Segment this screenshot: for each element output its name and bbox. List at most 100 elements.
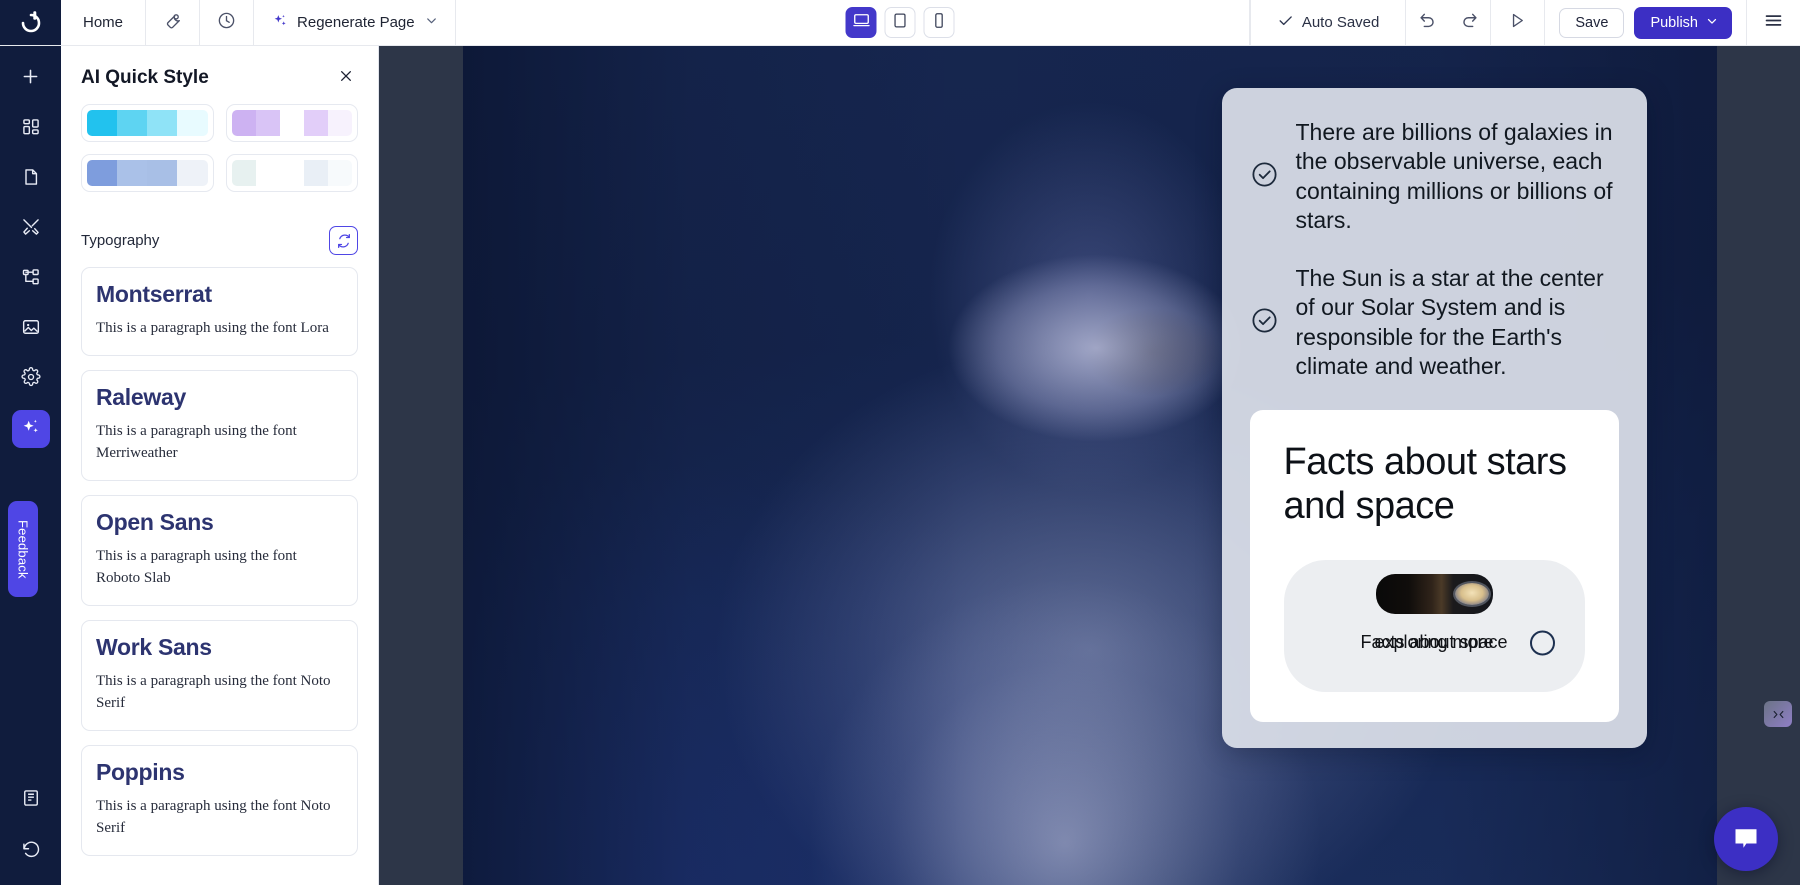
font-card[interactable]: Open Sans This is a paragraph using the … (81, 494, 358, 606)
regenerate-page-button[interactable]: Regenerate Page (254, 0, 456, 45)
facts-card[interactable]: There are billions of galaxies in the ob… (1221, 88, 1647, 748)
autosave-status: Auto Saved (1249, 0, 1406, 45)
fact-text: There are billions of galaxies in the ob… (1295, 119, 1613, 234)
font-sample: This is a paragraph using the font Merri… (96, 422, 297, 462)
publish-actions: Save Publish (1544, 0, 1746, 45)
typography-header: Typography (61, 210, 378, 267)
redo-icon (1460, 11, 1479, 35)
sparkles-icon (272, 13, 288, 33)
inner-card-title: Facts about stars and space (1283, 440, 1567, 527)
viewport-toggle-group (845, 7, 955, 38)
sidebar-item-settings[interactable] (12, 360, 50, 398)
fact-item[interactable]: The Sun is a star at the center of our S… (1250, 264, 1619, 382)
sidebar-item-version-history[interactable] (12, 833, 50, 871)
font-card[interactable]: Work Sans This is a paragraph using the … (81, 619, 358, 731)
font-name: Montserrat (96, 281, 212, 307)
wrench-icon (163, 11, 182, 34)
viewport-desktop-button[interactable] (845, 7, 877, 38)
home-nav-item[interactable]: Home (61, 0, 147, 45)
font-card[interactable]: Montserrat This is a paragraph using the… (81, 267, 358, 356)
typography-label: Typography (81, 232, 160, 249)
planet-graphic (1454, 582, 1489, 605)
saturn-planet-image (1375, 573, 1493, 614)
redo-button[interactable] (1448, 0, 1490, 45)
plus-icon (20, 66, 41, 92)
image-icon (21, 317, 41, 342)
tablet-icon (892, 12, 909, 34)
toolbar-right-group: Auto Saved Save Publish (1249, 0, 1800, 45)
sidebar-item-sitemap[interactable] (12, 260, 50, 298)
carousel-caption-group: exploring more Facts about space (1284, 630, 1585, 656)
check-circle-icon (1250, 160, 1279, 194)
check-icon (1277, 12, 1294, 33)
page-canvas[interactable]: There are billions of galaxies in the ob… (462, 46, 1717, 885)
sidebar-item-tools[interactable] (12, 210, 50, 248)
history-revert-icon (21, 840, 41, 865)
image-carousel[interactable]: exploring more Facts about space (1283, 559, 1585, 692)
collapse-panel-icon[interactable] (1764, 701, 1792, 727)
sidebar-item-add-element[interactable] (12, 60, 50, 98)
ai-quick-style-panel: AI Quick Style Typography Montserrat Thi… (61, 46, 379, 885)
palette-swatch-pale[interactable] (225, 154, 358, 192)
font-sample: This is a paragraph using the font Lora (96, 320, 329, 336)
palette-swatch-cyan[interactable] (81, 104, 214, 142)
facts-inner-card[interactable]: Facts about stars and space exploring mo… (1249, 409, 1619, 722)
font-list: Montserrat This is a paragraph using the… (61, 267, 378, 885)
palette-swatch-blue[interactable] (81, 154, 214, 192)
clock-history-icon (217, 11, 236, 34)
autosave-label: Auto Saved (1301, 14, 1380, 31)
font-name: Raleway (96, 383, 186, 410)
history-button[interactable] (200, 0, 255, 45)
brand-logo[interactable] (0, 0, 61, 45)
body-row: Feedback AI Quick Style Typography Monts… (0, 46, 1800, 885)
wrench-button[interactable] (146, 0, 201, 45)
chevron-down-icon (1705, 14, 1719, 32)
save-button[interactable]: Save (1559, 7, 1625, 38)
gear-icon (20, 366, 41, 392)
close-icon[interactable] (334, 66, 358, 90)
font-card[interactable]: Raleway This is a paragraph using the fo… (81, 369, 358, 481)
sidebar-item-ai-quick-style[interactable] (11, 410, 50, 448)
chat-bubble-icon[interactable] (1714, 807, 1778, 871)
crossed-tools-icon (21, 217, 41, 242)
carousel-dot[interactable] (1529, 630, 1555, 656)
fact-text: The Sun is a star at the center of our S… (1295, 264, 1604, 380)
viewport-tablet-button[interactable] (884, 7, 916, 38)
grid-blocks-icon (21, 117, 41, 142)
font-sample: This is a paragraph using the font Noto … (96, 797, 331, 837)
preview-button[interactable] (1490, 0, 1544, 45)
feedback-tab[interactable]: Feedback (8, 501, 38, 597)
sidebar-item-blocks[interactable] (12, 110, 50, 148)
page-title: AI Quick Style (81, 67, 209, 88)
home-label: Home (83, 14, 124, 31)
rail-bottom-group (0, 781, 61, 871)
font-name: Work Sans (96, 633, 212, 660)
sidebar-item-media[interactable] (12, 310, 50, 348)
fact-item[interactable]: There are billions of galaxies in the ob… (1250, 118, 1619, 236)
publish-label: Publish (1650, 14, 1698, 31)
panel-header: AI Quick Style (61, 46, 378, 104)
undo-button[interactable] (1406, 0, 1448, 45)
check-circle-icon (1250, 306, 1279, 340)
sidebar-item-docs[interactable] (12, 781, 50, 819)
feedback-label: Feedback (15, 519, 31, 579)
palette-swatch-lilac[interactable] (225, 104, 358, 142)
sparkles-icon (21, 417, 41, 442)
publish-button[interactable]: Publish (1634, 6, 1732, 39)
history-controls (1405, 0, 1490, 45)
desktop-icon (852, 11, 870, 34)
hamburger-menu-icon (1763, 10, 1784, 36)
sitemap-icon (21, 267, 41, 292)
viewport-mobile-button[interactable] (923, 7, 955, 38)
play-icon (1508, 11, 1527, 35)
refresh-icon[interactable] (329, 226, 358, 255)
mobile-icon (931, 12, 948, 34)
regenerate-page-label: Regenerate Page (297, 14, 415, 31)
font-card[interactable]: Poppins This is a paragraph using the fo… (81, 744, 358, 856)
sidebar-item-pages[interactable] (12, 160, 50, 198)
top-toolbar: Home Regenerate Page Auto Saved Save Pub… (0, 0, 1800, 46)
left-icon-rail: Feedback (0, 46, 61, 885)
canvas-area: There are billions of galaxies in the ob… (379, 46, 1800, 885)
main-menu-button[interactable] (1746, 0, 1800, 45)
chevron-down-icon (424, 13, 439, 32)
